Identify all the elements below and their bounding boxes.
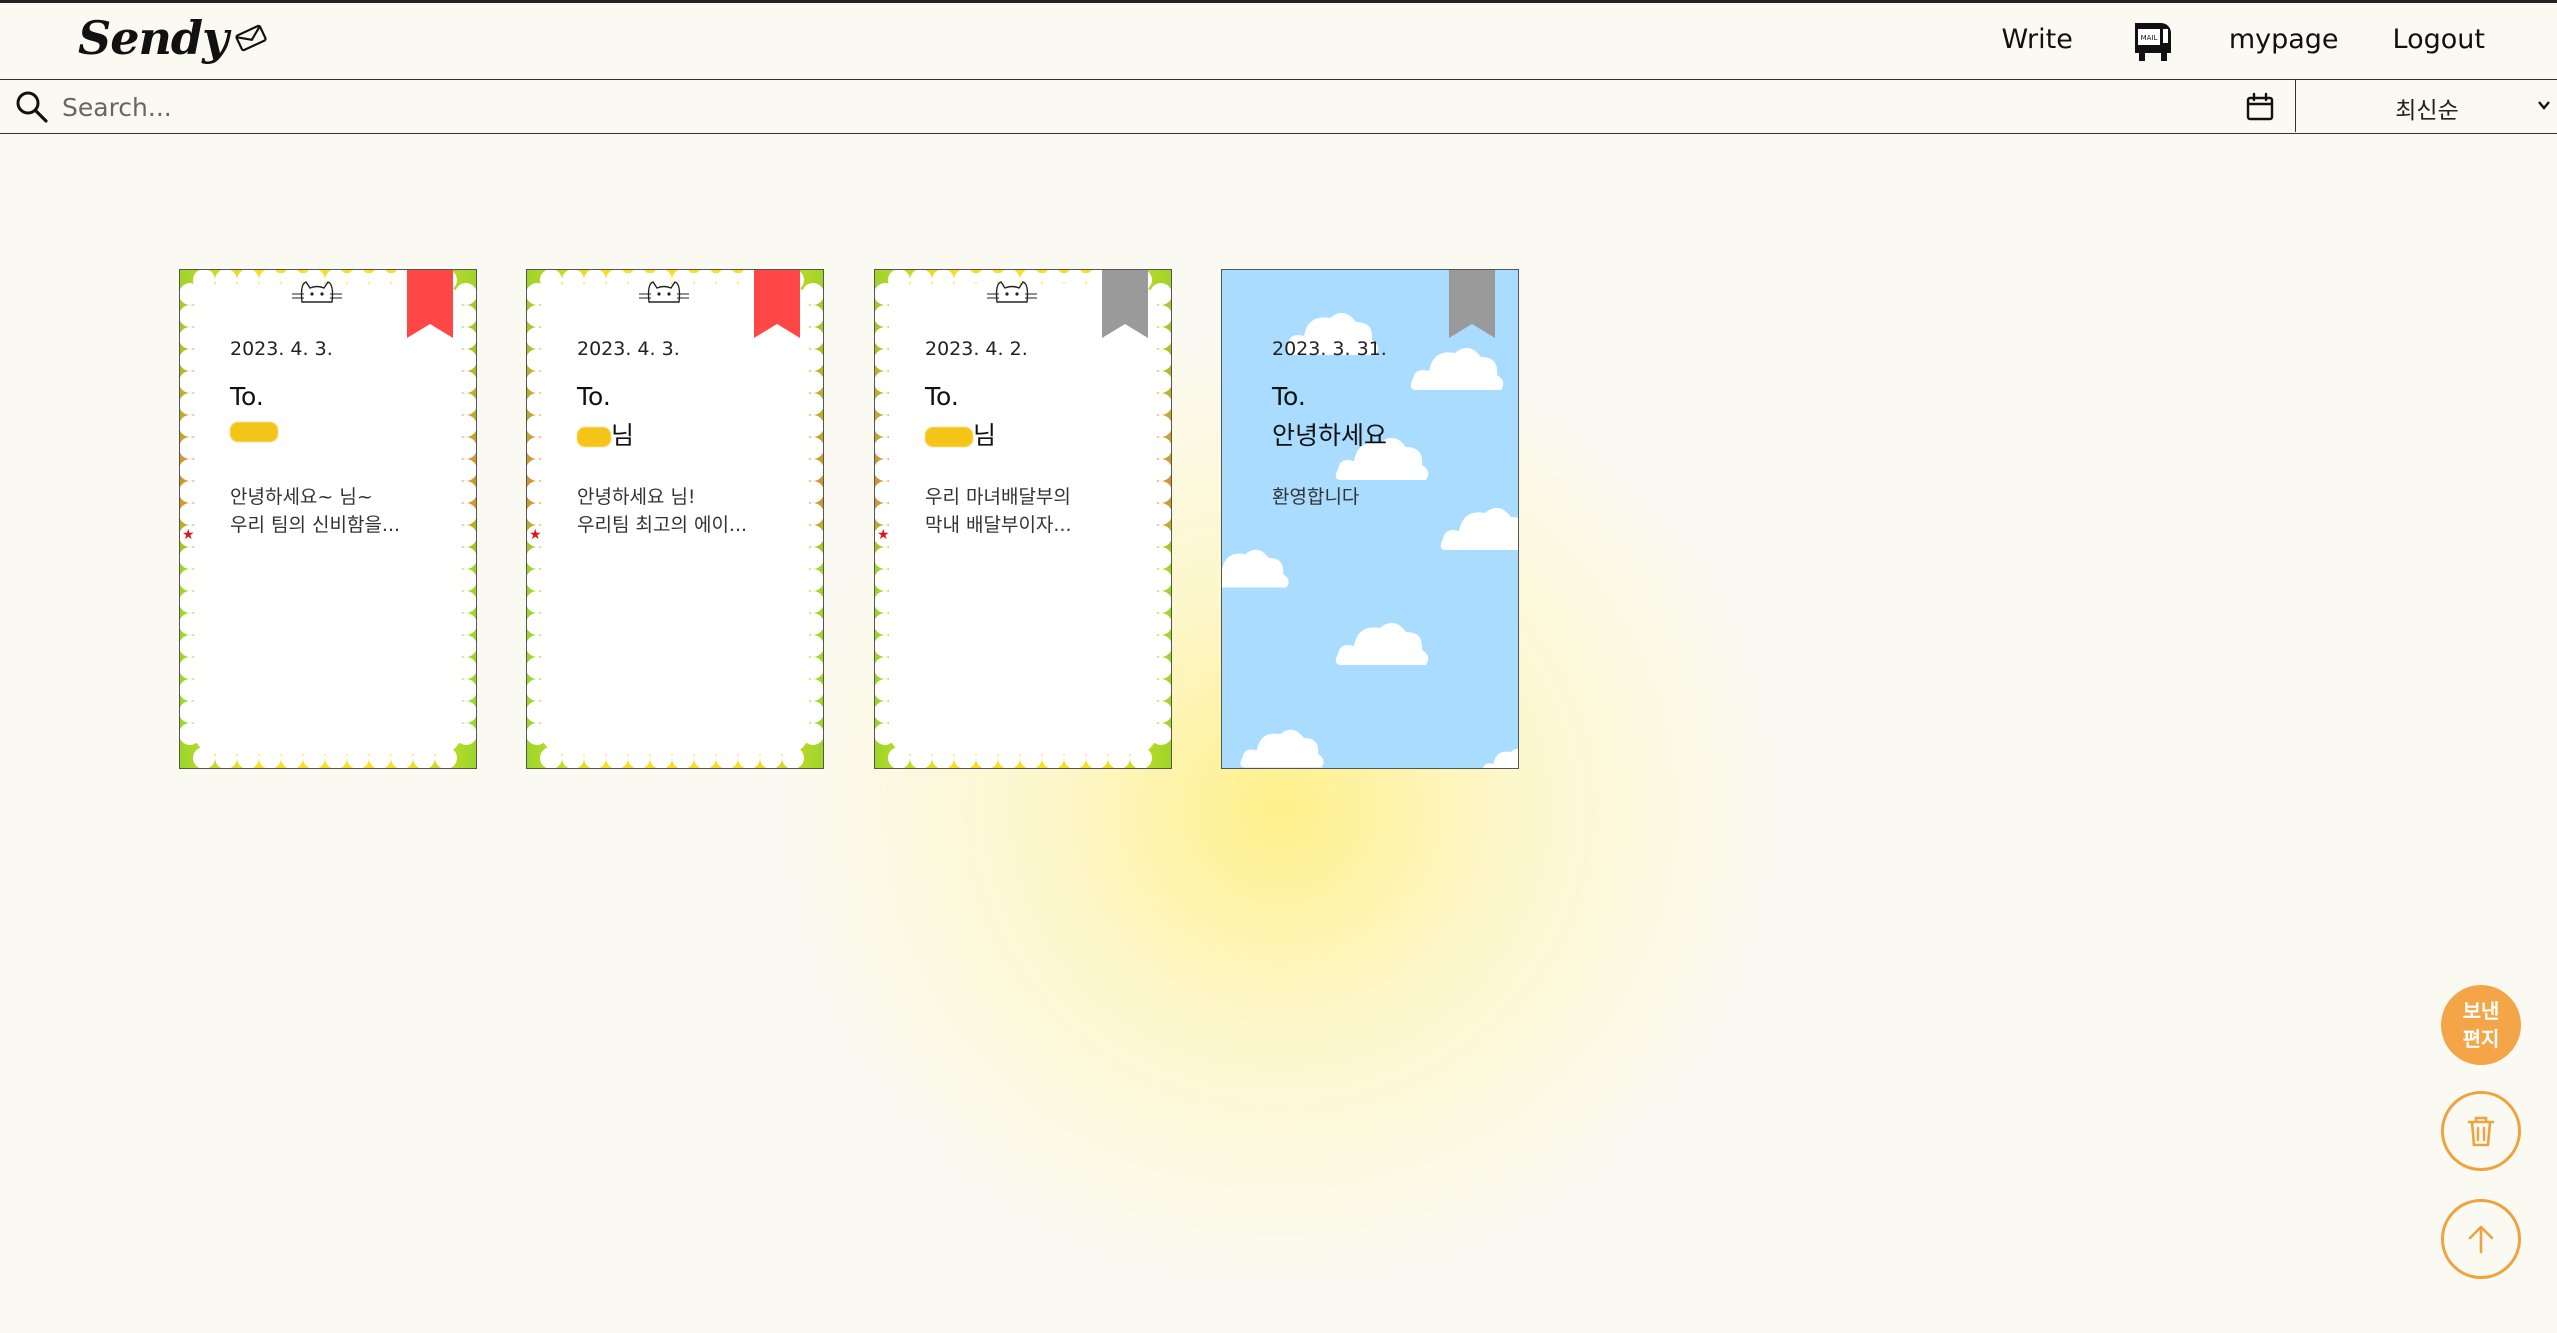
- bookmark-icon[interactable]: [754, 270, 800, 338]
- letter-to-label: To.: [577, 382, 611, 411]
- logout-link[interactable]: Logout: [2393, 24, 2485, 55]
- envelope-icon: [235, 24, 267, 52]
- letter-to-label: To.: [925, 382, 959, 411]
- cloud-icon: [1482, 748, 1518, 768]
- cloud-icon: [1410, 347, 1504, 390]
- letter-preview: 환영합니다: [1272, 486, 1360, 508]
- trash-icon: [2467, 1116, 2495, 1147]
- letter-recipient: 안녕하세요: [1272, 421, 1388, 450]
- redacted-name: [230, 422, 278, 442]
- search-icon: [16, 91, 48, 123]
- sort-select[interactable]: 최신순: [2295, 80, 2557, 132]
- top-nav: Write MAIL mypage Logout: [2002, 13, 2485, 65]
- trash-button[interactable]: [2441, 1091, 2521, 1171]
- letter-date: 2023. 4. 2.: [925, 338, 1028, 360]
- redacted-name: [925, 427, 973, 447]
- cat-icon: [292, 281, 342, 303]
- letter-preview: 우리 마녀배달부의 막내 배달부이자...: [925, 486, 1072, 536]
- cat-icon: [639, 281, 689, 303]
- letter-card[interactable]: ★ 2023. 4. 3. To. 님 안녕하세요 님! 우리팀 최고의 에이.…: [526, 269, 824, 769]
- letter-preview: 안녕하세요 님! 우리팀 최고의 에이...: [577, 486, 748, 536]
- bookmark-icon[interactable]: [407, 270, 453, 338]
- logo-text: Sendy: [78, 11, 229, 65]
- letter-date: 2023. 3. 31.: [1272, 338, 1387, 360]
- letter-recipient: 님: [925, 416, 996, 452]
- letter-card[interactable]: ★ 2023. 4. 2. To. 님 우리 마녀배달부의 막내 배달부이자..…: [874, 269, 1172, 769]
- svg-text:MAIL: MAIL: [2140, 34, 2157, 42]
- write-link[interactable]: Write: [2002, 24, 2073, 55]
- cloud-icon: [1222, 549, 1289, 588]
- search-bar: 최신순: [0, 79, 2557, 134]
- letter-date: 2023. 4. 3.: [577, 338, 680, 360]
- mailbox-icon[interactable]: MAIL: [2127, 15, 2175, 63]
- search-input[interactable]: [60, 86, 2224, 128]
- letter-to-label: To.: [1272, 382, 1306, 411]
- sent-letters-button[interactable]: 보낸 편지: [2441, 985, 2521, 1065]
- star-icon: ★: [529, 527, 542, 543]
- sent-letters-label: 보낸 편지: [2462, 999, 2500, 1051]
- star-icon: ★: [182, 527, 195, 543]
- letter-recipient: [230, 416, 278, 445]
- letter-date: 2023. 4. 3.: [230, 338, 333, 360]
- letter-recipient: 님: [577, 416, 634, 452]
- chevron-down-icon: [2538, 101, 2550, 110]
- letter-card[interactable]: ★ 2023. 4. 3. To. 안녕하세요~ 님~ 우리 팀의 신비함을..…: [179, 269, 477, 769]
- letter-card[interactable]: 2023. 3. 31. To. 안녕하세요 환영합니다: [1221, 269, 1519, 769]
- scroll-top-button[interactable]: [2441, 1199, 2521, 1279]
- bookmark-icon[interactable]: [1102, 270, 1148, 338]
- mypage-link[interactable]: mypage: [2229, 24, 2339, 55]
- sort-selected-label: 최신순: [2395, 98, 2459, 124]
- cat-icon: [987, 281, 1037, 303]
- cloud-icon: [1240, 729, 1324, 768]
- top-bar: Sendy Write MAIL mypage Logout: [0, 0, 2557, 79]
- redacted-name: [577, 427, 611, 447]
- logo[interactable]: Sendy: [78, 11, 268, 65]
- star-icon: ★: [877, 527, 890, 543]
- cloud-icon: [1335, 622, 1429, 665]
- bookmark-icon[interactable]: [1449, 270, 1495, 338]
- letter-to-label: To.: [230, 382, 264, 411]
- arrow-up-icon: [2468, 1225, 2494, 1254]
- calendar-icon[interactable]: [2244, 91, 2276, 123]
- letter-preview: 안녕하세요~ 님~ 우리 팀의 신비함을...: [230, 486, 401, 536]
